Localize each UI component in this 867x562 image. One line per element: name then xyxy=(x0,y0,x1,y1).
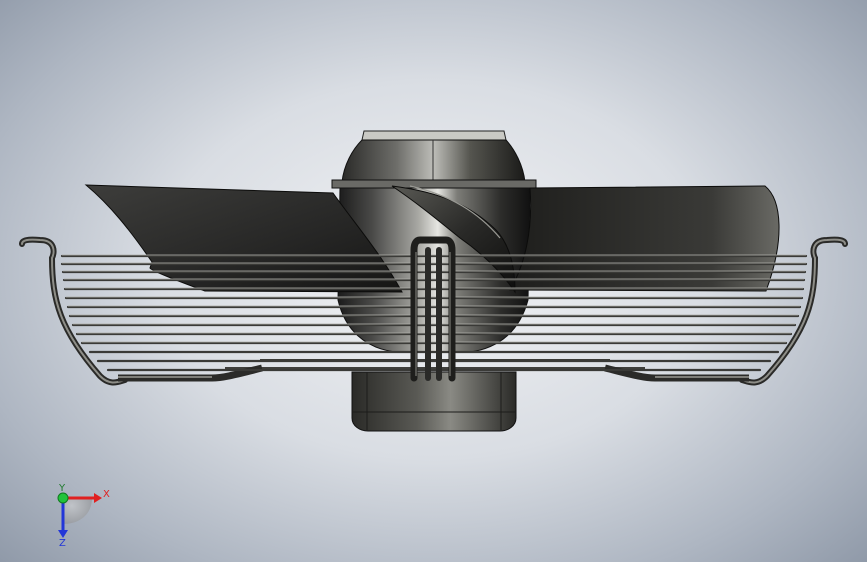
y-axis-label: Y xyxy=(58,483,66,494)
z-axis-label: Z xyxy=(59,538,66,548)
y-axis-dot xyxy=(57,492,69,504)
fan-model[interactable] xyxy=(0,0,867,562)
graphics-viewport[interactable]: X Y Z xyxy=(0,0,867,562)
coordinate-triad: X Y Z xyxy=(57,483,110,548)
x-axis-label: X xyxy=(103,489,110,500)
